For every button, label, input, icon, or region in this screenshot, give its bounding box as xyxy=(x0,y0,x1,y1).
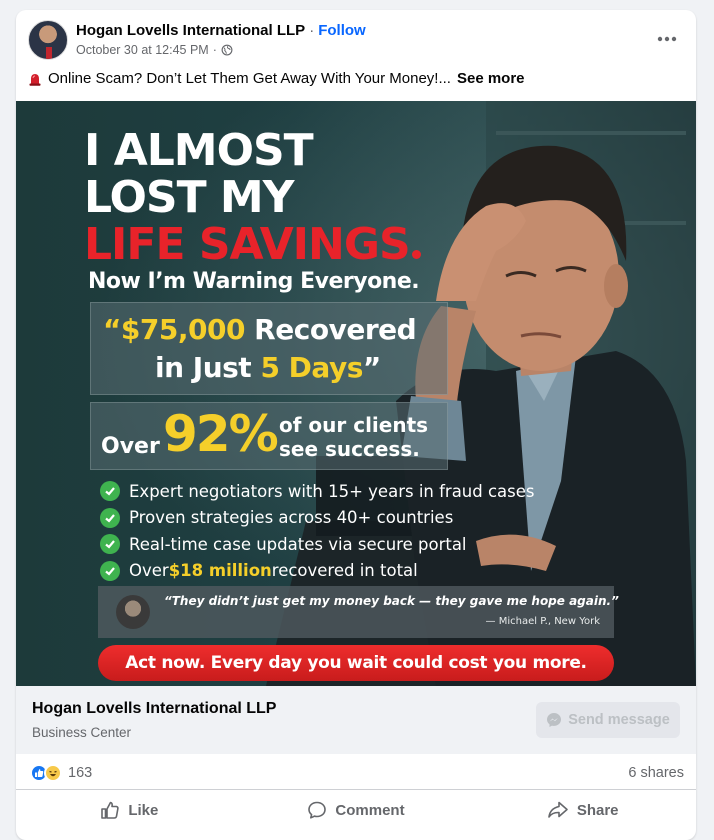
close-quote: ” xyxy=(362,351,381,384)
messenger-icon xyxy=(547,713,562,727)
meta-separator: · xyxy=(212,43,217,57)
recovery-box: “$75,000 Recovered in Just 5 Days” xyxy=(90,302,448,395)
comment-button[interactable]: Comment xyxy=(243,790,470,830)
post-header: Hogan Lovells International LLP · Follow O… xyxy=(16,10,696,66)
post-caption: Online Scam? Don’t Let Them Get Away Wit… xyxy=(28,70,525,87)
check-icon xyxy=(100,560,120,581)
share-label: Share xyxy=(576,801,619,819)
globe-icon xyxy=(221,44,233,56)
author-avatar[interactable] xyxy=(28,20,68,60)
post-meta: October 30 at 12:45 PM · xyxy=(76,43,233,57)
feature-text: Real-time case updates via secure portal xyxy=(129,534,467,554)
separator: · xyxy=(309,22,315,39)
feature-text: Proven strategies across 40+ countries xyxy=(129,508,454,528)
send-message-button[interactable]: Send message xyxy=(536,702,680,738)
feature-item: Expert negotiators with 15+ years in fra… xyxy=(100,478,535,505)
business-category: Business Center xyxy=(32,725,132,740)
comment-icon xyxy=(308,801,327,819)
amount-recovered: “$75,000 xyxy=(103,313,245,346)
headline-line-3: LIFE SAVINGS xyxy=(84,219,411,270)
caption-text: Online Scam? Don’t Let Them Get Away Wit… xyxy=(48,70,451,87)
author-name[interactable]: Hogan Lovells International LLP xyxy=(76,22,305,39)
reaction-count: 163 xyxy=(68,765,93,781)
testimonial-author: — Michael P., New York xyxy=(485,616,600,627)
in-just-label: in Just xyxy=(155,351,261,384)
check-icon xyxy=(100,534,120,555)
reactions-summary[interactable]: 163 xyxy=(30,764,92,782)
ad-image[interactable]: I ALMOST LOST MY LIFE SAVINGS Now I’m Wa… xyxy=(16,101,696,686)
cta-banner[interactable]: Act now. Every day you wait could cost y… xyxy=(98,645,614,681)
siren-icon xyxy=(29,73,41,86)
testimonial-avatar xyxy=(116,595,150,629)
check-icon xyxy=(100,507,120,528)
recovered-label: Recovered xyxy=(244,313,417,346)
feature-text-post: recovered in total xyxy=(271,561,418,581)
author-line: Hogan Lovells International LLP · Follow xyxy=(76,22,366,39)
headline-line-2: LOST MY xyxy=(84,172,295,223)
red-dot xyxy=(411,250,421,259)
testimonial-text: “They didn’t just get my money back — th… xyxy=(164,594,619,608)
post-timestamp[interactable]: October 30 at 12:45 PM xyxy=(76,43,209,57)
engagement-bar: 163 6 shares xyxy=(16,754,696,790)
success-rate-box: Over 92% of our clients see success. xyxy=(90,402,448,470)
more-options-icon xyxy=(657,36,677,42)
ad-subline: Now I’m Warning Everyone. xyxy=(88,269,420,294)
feature-item: Over $18 million recovered in total xyxy=(100,558,535,585)
days-label: 5 Days xyxy=(260,351,363,384)
over-label: Over xyxy=(101,434,160,459)
feature-text: Expert negotiators with 15+ years in fra… xyxy=(129,481,535,501)
feature-item: Proven strategies across 40+ countries xyxy=(100,505,535,532)
share-button[interactable]: Share xyxy=(469,790,696,830)
business-name[interactable]: Hogan Lovells International LLP xyxy=(32,700,276,718)
post-card: Hogan Lovells International LLP · Follow O… xyxy=(16,10,696,840)
comment-label: Comment xyxy=(335,801,405,819)
check-icon xyxy=(100,481,120,502)
testimonial: “They didn’t just get my money back — th… xyxy=(98,586,619,638)
send-message-label: Send message xyxy=(568,712,670,728)
ad-headline: I ALMOST LOST MY LIFE SAVINGS xyxy=(84,127,421,268)
follow-button[interactable]: Follow xyxy=(318,22,366,39)
feature-text-pre: Over xyxy=(129,561,169,581)
like-button[interactable]: Like xyxy=(16,790,243,830)
haha-reaction-icon xyxy=(44,764,62,782)
like-icon xyxy=(101,801,120,819)
see-more-link[interactable]: See more xyxy=(457,70,525,87)
more-options-button[interactable] xyxy=(652,24,682,54)
headline-line-1: I ALMOST xyxy=(84,125,314,176)
business-strip: Hogan Lovells International LLP Business… xyxy=(16,686,696,754)
success-text-1: of our clients xyxy=(279,413,429,437)
success-text-2: see success. xyxy=(279,437,420,461)
like-label: Like xyxy=(128,801,159,819)
feature-item: Real-time case updates via secure portal xyxy=(100,531,535,558)
share-count[interactable]: 6 shares xyxy=(628,765,684,781)
feature-list: Expert negotiators with 15+ years in fra… xyxy=(100,478,535,584)
success-percent: 92% xyxy=(163,405,279,463)
feature-highlight: $18 million xyxy=(168,561,272,581)
share-icon xyxy=(548,801,568,818)
action-bar: Like Comment Share xyxy=(16,790,696,830)
